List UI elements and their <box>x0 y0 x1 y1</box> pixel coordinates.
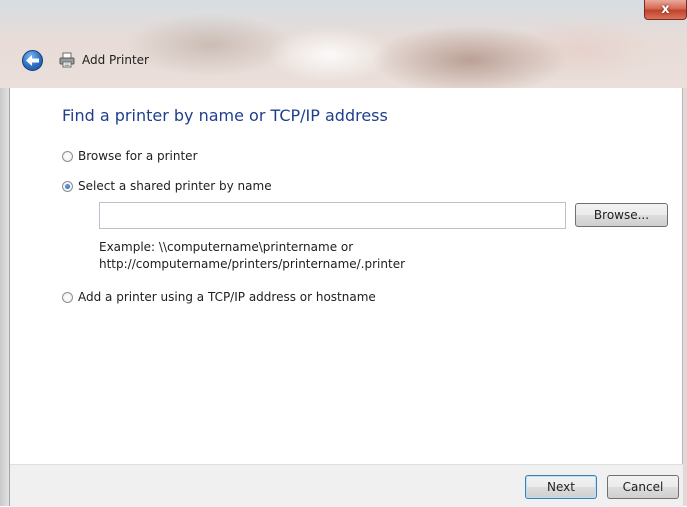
page-heading: Find a printer by name or TCP/IP address <box>62 106 388 125</box>
close-icon: x <box>661 2 670 17</box>
back-arrow-icon <box>26 55 39 66</box>
browse-button[interactable]: Browse... <box>575 203 668 227</box>
example-text: Example: \\computername\printername or h… <box>99 239 405 273</box>
window-title: Add Printer <box>82 53 149 67</box>
next-button[interactable]: Next <box>525 475 597 499</box>
option-shared-by-name-label: Select a shared printer by name <box>78 179 272 193</box>
radio-tcpip[interactable] <box>62 291 73 303</box>
back-button[interactable] <box>22 50 43 71</box>
window-frame-right <box>682 88 687 506</box>
printer-name-input[interactable] <box>99 202 566 229</box>
option-browse-label: Browse for a printer <box>78 149 198 163</box>
wizard-content <box>10 88 682 464</box>
window-frame-left <box>0 88 10 506</box>
printer-icon <box>59 52 75 68</box>
example-line-2: http://computername/printers/printername… <box>99 257 406 271</box>
option-shared-by-name[interactable]: Select a shared printer by name <box>62 179 272 193</box>
example-line-1: Example: \\computername\printername or <box>99 240 354 254</box>
option-tcpip-label: Add a printer using a TCP/IP address or … <box>78 290 376 304</box>
cancel-button[interactable]: Cancel <box>607 475 679 499</box>
option-browse[interactable]: Browse for a printer <box>62 149 198 163</box>
option-tcpip[interactable]: Add a printer using a TCP/IP address or … <box>62 290 376 304</box>
radio-selected-dot <box>65 183 70 189</box>
radio-browse[interactable] <box>62 150 73 162</box>
close-button[interactable]: x <box>644 0 687 20</box>
radio-shared-by-name[interactable] <box>62 180 73 192</box>
title-bar <box>0 0 687 88</box>
